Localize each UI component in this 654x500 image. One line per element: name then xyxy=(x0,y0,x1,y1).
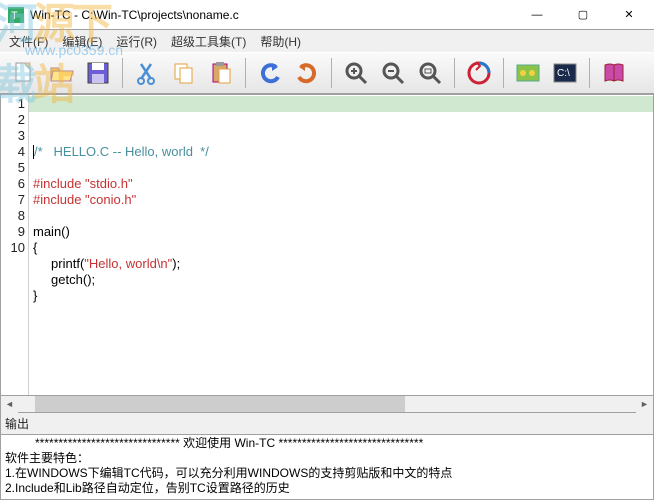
undo-icon xyxy=(256,59,284,87)
line-number: 6 xyxy=(1,176,25,192)
zoom-in-button[interactable] xyxy=(338,55,374,91)
redo-button[interactable] xyxy=(289,55,325,91)
app-icon: T xyxy=(8,7,24,23)
code-line: { xyxy=(33,240,649,256)
compile-button[interactable] xyxy=(461,55,497,91)
copy-button[interactable] xyxy=(166,55,202,91)
window-title: Win-TC - C:\Win-TC\projects\noname.c xyxy=(30,8,514,22)
run-button[interactable] xyxy=(510,55,546,91)
code-line: printf("Hello, world\n"); xyxy=(33,256,649,272)
line-number: 7 xyxy=(1,192,25,208)
toolbar: C:\ xyxy=(0,52,654,94)
open-folder-icon xyxy=(47,59,75,87)
menubar: 文件(F) 编辑(E) 运行(R) 超级工具集(T) 帮助(H) xyxy=(0,30,654,52)
scroll-right-icon[interactable]: ► xyxy=(636,396,653,413)
close-button[interactable]: ✕ xyxy=(606,0,652,30)
menu-tools[interactable]: 超级工具集(T) xyxy=(166,31,251,52)
zoom-fit-icon xyxy=(416,59,444,87)
editor-hscroll[interactable]: ◄ ► xyxy=(0,396,654,413)
code-line: /* HELLO.C -- Hello, world */ xyxy=(33,144,649,160)
compile-icon xyxy=(465,59,493,87)
menu-file[interactable]: 文件(F) xyxy=(4,31,53,52)
code-line: main() xyxy=(33,224,649,240)
output-feature-2: 2.Include和Lib路径自动定位，告别TC设置路径的历史 xyxy=(5,481,649,496)
code-line: getch(); xyxy=(33,272,649,288)
new-file-button[interactable] xyxy=(6,55,42,91)
open-button[interactable] xyxy=(43,55,79,91)
help-button[interactable] xyxy=(596,55,632,91)
save-icon xyxy=(84,59,112,87)
line-gutter: 12345678910 xyxy=(1,95,29,395)
line-number: 1 xyxy=(1,96,25,112)
console-button[interactable]: C:\ xyxy=(547,55,583,91)
line-number: 10 xyxy=(1,240,25,256)
code-editor[interactable]: 12345678910 /* HELLO.C -- Hello, world *… xyxy=(0,94,654,396)
code-line: #include "stdio.h" xyxy=(33,176,649,192)
console-icon: C:\ xyxy=(551,59,579,87)
run-icon xyxy=(514,59,542,87)
help-book-icon xyxy=(600,59,628,87)
menu-help[interactable]: 帮助(H) xyxy=(255,31,306,52)
redo-icon xyxy=(293,59,321,87)
cut-icon xyxy=(133,59,161,87)
minimize-button[interactable]: — xyxy=(514,0,560,30)
code-line: #include "conio.h" xyxy=(33,192,649,208)
line-number: 5 xyxy=(1,160,25,176)
zoom-in-icon xyxy=(342,59,370,87)
scroll-left-icon[interactable]: ◄ xyxy=(1,396,18,413)
menu-edit[interactable]: 编辑(E) xyxy=(57,31,107,52)
paste-icon xyxy=(207,59,235,87)
code-line xyxy=(33,160,649,176)
cut-button[interactable] xyxy=(129,55,165,91)
output-panel: ******************************* 欢迎使用 Win… xyxy=(0,434,654,500)
line-number: 2 xyxy=(1,112,25,128)
zoom-out-button[interactable] xyxy=(375,55,411,91)
undo-button[interactable] xyxy=(252,55,288,91)
current-line-highlight xyxy=(29,96,653,112)
save-button[interactable] xyxy=(80,55,116,91)
scroll-thumb[interactable] xyxy=(35,396,405,412)
new-file-icon xyxy=(10,59,38,87)
output-feature-1: 1.在WINDOWS下编辑TC代码，可以充分利用WINDOWS的支持剪贴版和中文… xyxy=(5,466,649,481)
code-line: } xyxy=(33,288,649,304)
line-number: 8 xyxy=(1,208,25,224)
titlebar: T Win-TC - C:\Win-TC\projects\noname.c —… xyxy=(0,0,654,30)
output-label: 输出 xyxy=(0,413,654,434)
line-number: 9 xyxy=(1,224,25,240)
line-number: 3 xyxy=(1,128,25,144)
maximize-button[interactable]: ▢ xyxy=(560,0,606,30)
output-features-header: 软件主要特色： xyxy=(5,451,649,466)
zoom-fit-button[interactable] xyxy=(412,55,448,91)
paste-button[interactable] xyxy=(203,55,239,91)
menu-run[interactable]: 运行(R) xyxy=(111,31,162,52)
code-line xyxy=(33,208,649,224)
svg-text:C:\: C:\ xyxy=(557,68,570,79)
output-welcome: ******************************* 欢迎使用 Win… xyxy=(5,436,649,451)
code-area[interactable]: /* HELLO.C -- Hello, world */ #include "… xyxy=(29,95,653,395)
line-number: 4 xyxy=(1,144,25,160)
zoom-out-icon xyxy=(379,59,407,87)
svg-text:T: T xyxy=(11,10,18,22)
copy-icon xyxy=(170,59,198,87)
